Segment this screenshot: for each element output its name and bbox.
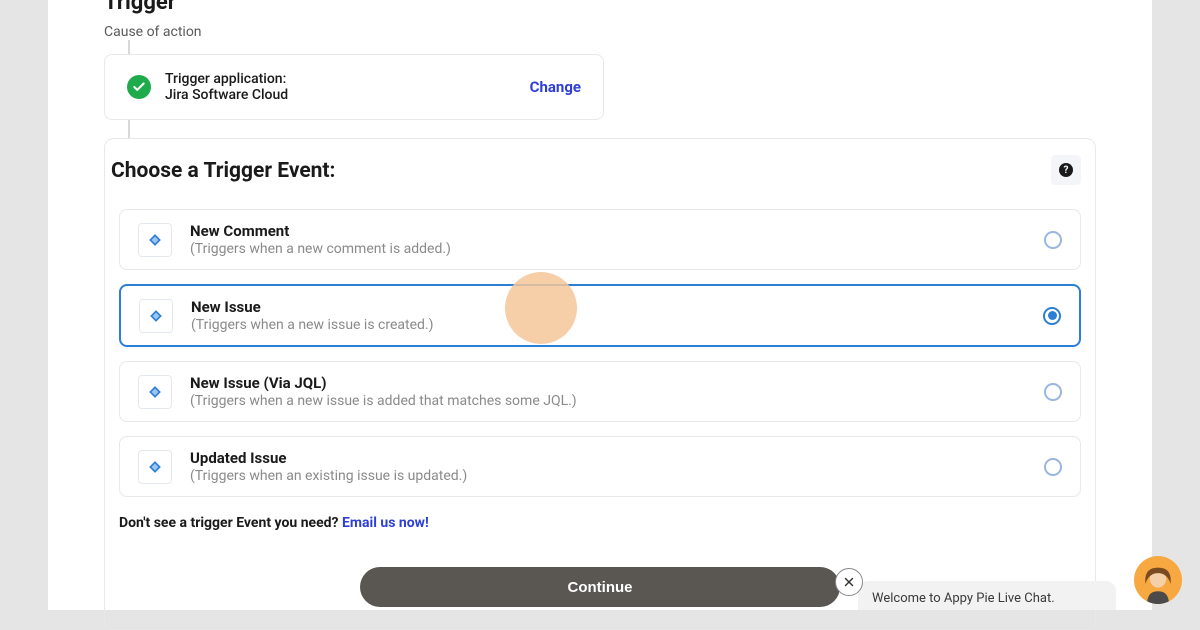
jira-icon xyxy=(138,375,172,409)
chat-close-button[interactable] xyxy=(835,568,863,596)
email-us-link[interactable]: Email us now! xyxy=(342,515,429,531)
help-button[interactable]: ? xyxy=(1051,155,1081,185)
continue-button[interactable]: Continue xyxy=(360,567,840,607)
jira-icon xyxy=(138,450,172,484)
change-button[interactable]: Change xyxy=(530,78,581,96)
radio-unchecked[interactable] xyxy=(1044,231,1062,249)
option-title: Updated Issue xyxy=(190,449,467,467)
trigger-section-subtitle: Cause of action xyxy=(104,24,1096,40)
check-circle-icon xyxy=(127,75,151,99)
connector-line xyxy=(128,120,130,138)
radio-checked[interactable] xyxy=(1043,307,1061,325)
option-desc: (Triggers when a new comment is added.) xyxy=(190,241,451,257)
footer-text: Don't see a trigger Event you need? xyxy=(119,515,342,531)
choose-trigger-card: Choose a Trigger Event: ? New Comment (T… xyxy=(104,138,1096,630)
option-desc: (Triggers when a new issue is created.) xyxy=(191,317,433,333)
chat-message: Welcome to Appy Pie Live Chat. xyxy=(872,591,1055,606)
trigger-app-card: Trigger application: Jira Software Cloud… xyxy=(104,54,604,120)
option-desc: (Triggers when an existing issue is upda… xyxy=(190,468,467,484)
chat-bubble[interactable]: Welcome to Appy Pie Live Chat. xyxy=(858,581,1116,610)
option-title: New Comment xyxy=(190,222,451,240)
option-title: New Issue (Via JQL) xyxy=(190,374,577,392)
trigger-option-new-issue[interactable]: New Issue (Triggers when a new issue is … xyxy=(119,284,1081,347)
trigger-app-label: Trigger application: xyxy=(165,71,288,87)
trigger-option-new-issue-jql[interactable]: New Issue (Via JQL) (Triggers when a new… xyxy=(119,361,1081,422)
chat-avatar-button[interactable] xyxy=(1134,556,1182,604)
trigger-option-updated-issue[interactable]: Updated Issue (Triggers when an existing… xyxy=(119,436,1081,497)
trigger-option-new-comment[interactable]: New Comment (Triggers when a new comment… xyxy=(119,209,1081,270)
avatar-icon xyxy=(1138,564,1178,604)
help-icon: ? xyxy=(1059,163,1073,177)
trigger-section-title: Trigger xyxy=(104,0,1096,14)
connector-line xyxy=(128,40,130,54)
radio-unchecked[interactable] xyxy=(1044,383,1062,401)
jira-icon xyxy=(139,299,173,333)
option-desc: (Triggers when a new issue is added that… xyxy=(190,393,577,409)
jira-icon xyxy=(138,223,172,257)
trigger-app-name: Jira Software Cloud xyxy=(165,87,288,103)
option-title: New Issue xyxy=(191,298,433,316)
choose-trigger-title: Choose a Trigger Event: xyxy=(97,159,1087,187)
radio-unchecked[interactable] xyxy=(1044,458,1062,476)
